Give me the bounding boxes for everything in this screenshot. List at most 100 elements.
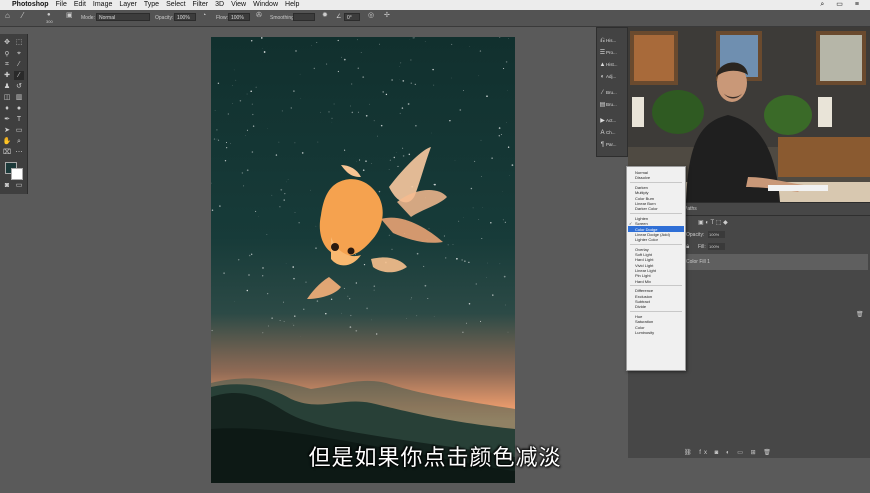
lasso-tool-icon[interactable]: ϙ (2, 49, 12, 58)
menu-filter[interactable]: Filter (193, 0, 209, 10)
history-panel-tab[interactable]: ⎌His... (599, 36, 625, 46)
menu-type[interactable]: Type (144, 0, 159, 10)
blend-mode-option[interactable]: Linear Dodge (Add) (635, 232, 670, 237)
brushes-panel-tab[interactable]: ⁄ Bru... (599, 88, 625, 98)
brush-tool-icon[interactable]: ⁄ (14, 71, 24, 80)
pressure-opacity-icon[interactable]: ◔ (202, 12, 206, 20)
type-tool-icon[interactable]: T (14, 115, 24, 124)
menu-app-name[interactable]: Photoshop (12, 0, 49, 10)
shape-tool-icon[interactable]: ▭ (14, 126, 24, 135)
blend-mode-option[interactable]: Pin Light (635, 273, 651, 278)
eyedropper-tool-icon[interactable]: ⁄ (14, 60, 24, 69)
layer-opacity-field[interactable]: 100% (708, 231, 725, 238)
brush-panel-icon[interactable]: ▣ (66, 12, 73, 20)
gradient-tool-icon[interactable]: ▥ (14, 93, 24, 102)
eraser-tool-icon[interactable]: ◫ (2, 93, 12, 102)
pen-tool-icon[interactable]: ✒ (2, 115, 12, 124)
video-subtitle: 但是如果你点击颜色减淡 (308, 446, 562, 471)
angle-field[interactable]: 0° (344, 13, 360, 21)
document-canvas[interactable] (211, 37, 515, 483)
quick-select-tool-icon[interactable]: ⌖ (14, 49, 24, 58)
opacity-field[interactable]: 100% (174, 13, 196, 21)
paragraph-icon: ¶ (600, 142, 605, 148)
blend-mode-option[interactable]: Vivid Light (635, 263, 653, 268)
menu-3d[interactable]: 3D (215, 0, 224, 10)
blend-mode-option[interactable]: Darken (635, 185, 648, 190)
dodge-tool-icon[interactable]: ● (14, 104, 24, 113)
blend-mode-option[interactable]: Soft Light (635, 252, 652, 257)
layer-filter-icons[interactable]: ▣ ◐ T ⬚ ◆ (698, 219, 728, 226)
menu-help[interactable]: Help (285, 0, 299, 10)
layer-row-color-fill[interactable]: Color Fill 1 (684, 254, 868, 270)
background-color-swatch[interactable] (11, 168, 23, 180)
brush-icon: ⁄ (601, 90, 603, 96)
symmetry-icon[interactable]: ✢ (384, 12, 390, 20)
zoom-tool-icon[interactable]: ⌕ (14, 137, 24, 146)
blend-mode-option[interactable]: Darker Color (635, 206, 658, 211)
menu-file[interactable]: File (56, 0, 67, 10)
flow-field[interactable]: 100% (228, 13, 250, 21)
blend-mode-option[interactable]: Color Burn (635, 196, 654, 201)
blend-mode-option[interactable]: Multiply (635, 190, 649, 195)
home-icon[interactable]: ⌂ (5, 12, 10, 20)
blend-mode-option[interactable]: Luminosity (635, 330, 654, 335)
blend-mode-option[interactable]: Lighten (635, 216, 648, 221)
blend-mode-option[interactable]: Hard Light (635, 257, 653, 262)
airbrush-icon[interactable]: ✇ (256, 12, 262, 20)
blend-mode-option[interactable]: Subtract (635, 299, 650, 304)
blend-mode-option[interactable]: Normal (635, 170, 648, 175)
blur-tool-icon[interactable]: ♦ (2, 104, 12, 113)
blend-mode-option[interactable]: Dissolve (635, 175, 650, 180)
blend-mode-option[interactable]: Divide (635, 304, 646, 309)
menu-edit[interactable]: Edit (74, 0, 86, 10)
crop-tool-icon[interactable]: ⌗ (2, 60, 12, 69)
smoothing-field[interactable] (293, 13, 315, 21)
list-icon[interactable]: ≡ (855, 0, 859, 10)
search-icon[interactable]: ⌕ (820, 0, 824, 10)
screen-mode-icon[interactable]: ▭ (14, 181, 24, 190)
window-tile-icon[interactable]: ▭ (836, 0, 843, 10)
history-brush-tool-icon[interactable]: ↺ (14, 82, 24, 91)
paragraph-panel-tab[interactable]: ¶ Par... (599, 140, 625, 150)
blend-mode-option[interactable]: Color Dodge (635, 227, 657, 232)
blend-mode-option[interactable]: Linear Burn (635, 201, 656, 206)
mode-select[interactable]: Normal (96, 13, 150, 21)
blend-mode-option[interactable]: Difference (635, 288, 653, 293)
brush-settings-panel-tab[interactable]: ▤Bru... (599, 100, 625, 110)
actions-panel-tab[interactable]: ▶Act... (599, 116, 625, 126)
quick-mask-icon[interactable]: ◙ (2, 181, 12, 190)
blend-mode-option[interactable]: Linear Light (635, 268, 656, 273)
settings-gear-icon[interactable]: ✹ (322, 12, 328, 20)
brush-preset-dot-icon[interactable]: ● (47, 11, 51, 19)
edit-toolbar-icon[interactable]: ⌧ (2, 148, 12, 157)
menu-select[interactable]: Select (166, 0, 185, 10)
hand-tool-icon[interactable]: ✋ (2, 137, 12, 146)
menu-window[interactable]: Window (253, 0, 278, 10)
blend-mode-option[interactable]: Hard Mix (635, 279, 651, 284)
blend-mode-dropdown[interactable]: Normal Dissolve Darken Multiply Color Burn Li… (626, 166, 686, 371)
histogram-panel-tab[interactable]: ▲Hist... (599, 60, 625, 70)
more-tools-icon[interactable]: ⋯ (14, 148, 24, 157)
blend-mode-option[interactable]: Color (635, 325, 645, 330)
adjustments-panel-tab[interactable]: ◐ Adj... (599, 72, 625, 82)
blend-mode-option[interactable]: Hue (635, 314, 642, 319)
path-select-tool-icon[interactable]: ➤ (2, 126, 12, 135)
brush-tool-icon[interactable]: ⁄ (22, 12, 23, 20)
menu-layer[interactable]: Layer (119, 0, 137, 10)
character-panel-tab[interactable]: A Ch... (599, 128, 625, 138)
blend-mode-option[interactable]: Exclusion (635, 294, 652, 299)
blend-mode-option[interactable]: Saturation (635, 319, 653, 324)
blend-mode-option[interactable]: Lighter Color (635, 237, 658, 242)
stamp-tool-icon[interactable]: ♟ (2, 82, 12, 91)
trash-icon[interactable]: 🗑︎ (856, 311, 864, 318)
marquee-tool-icon[interactable]: ⬚ (14, 38, 24, 47)
menu-image[interactable]: Image (93, 0, 112, 10)
healing-tool-icon[interactable]: ✚ (2, 71, 12, 80)
move-tool-icon[interactable]: ✥ (2, 38, 12, 47)
layer-fill-field[interactable]: 100% (708, 243, 725, 250)
pressure-size-icon[interactable]: ◎ (368, 12, 374, 20)
menu-view[interactable]: View (231, 0, 246, 10)
lock-icon[interactable]: 🔒︎ (686, 244, 689, 251)
blend-mode-option[interactable]: Overlay (635, 247, 649, 252)
properties-panel-tab[interactable]: ☰Pro... (599, 48, 625, 58)
